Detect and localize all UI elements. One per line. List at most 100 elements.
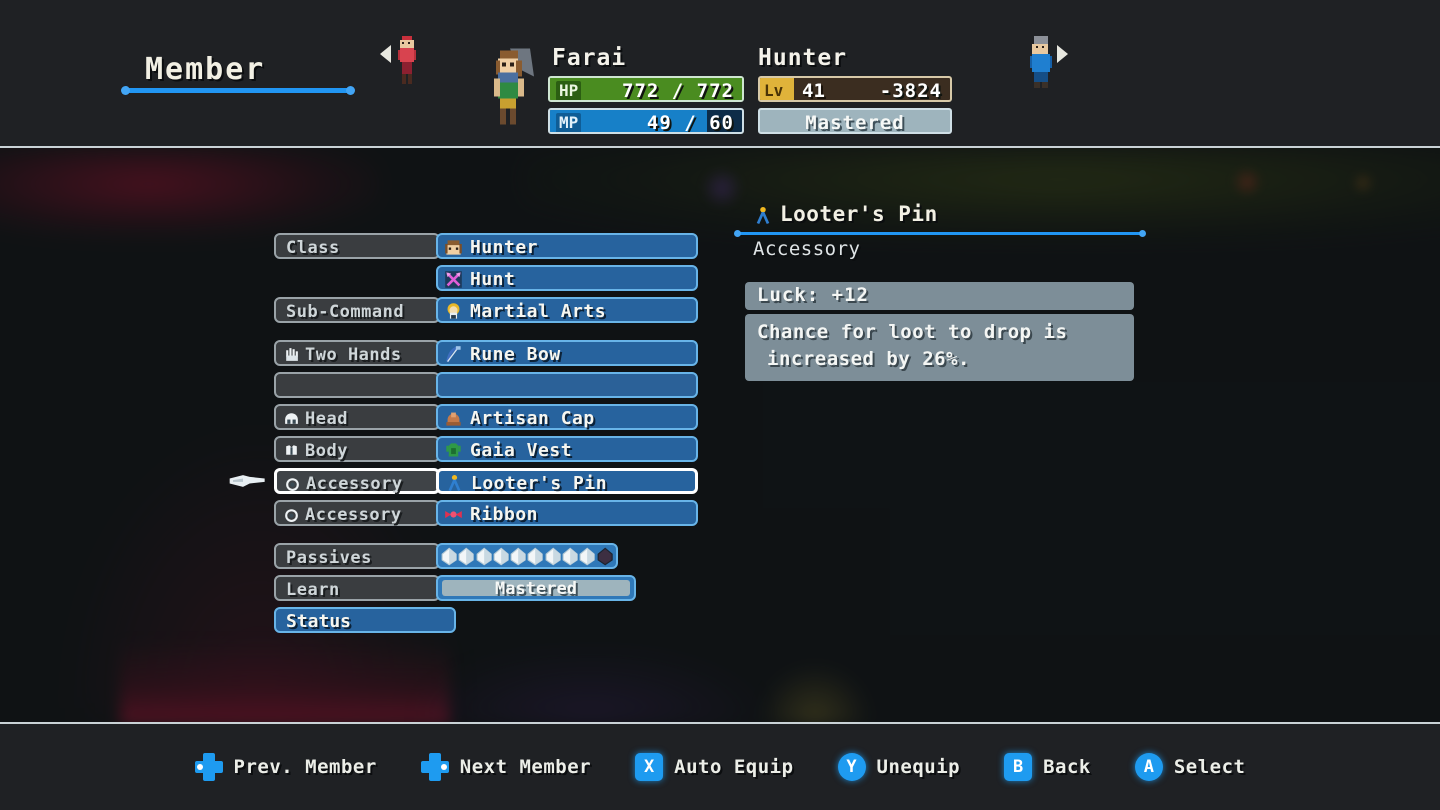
slot-value-weapon[interactable]: Rune Bow xyxy=(436,340,698,366)
passive-gem-filled-icon[interactable] xyxy=(579,547,596,566)
slot-label-learn: Learn xyxy=(274,575,440,601)
footer-button-prev-member[interactable]: Prev. Member xyxy=(194,753,377,781)
passive-gem-filled-icon[interactable] xyxy=(476,547,492,566)
equipment-row-weapon[interactable]: Two Hands Rune Bow xyxy=(274,340,704,366)
slot-label-offhand xyxy=(274,372,440,398)
passive-gem-filled-icon[interactable] xyxy=(493,547,509,566)
status-button[interactable]: Status xyxy=(274,607,456,633)
level-tag: Lv xyxy=(760,78,794,100)
equipment-row-body[interactable]: Body Gaia Vest xyxy=(274,436,704,462)
item-detail-title-row: Looter's Pin xyxy=(735,202,1155,230)
prev-member-sprite[interactable] xyxy=(396,34,418,86)
arrow-right-icon[interactable] xyxy=(1057,45,1068,63)
item-detail-underline xyxy=(734,230,1146,237)
slot-label-text: Sub-Command xyxy=(286,302,405,322)
slot-label-text: Accessory xyxy=(306,474,403,494)
header-bar: Member Farai Hunter HP 772 / 772 MP 49 /… xyxy=(0,0,1440,148)
slot-value-accessory-2[interactable]: Ribbon xyxy=(436,500,698,526)
footer-label: Back xyxy=(1043,756,1091,778)
item-description-line-2: increased by 26%. xyxy=(767,348,970,370)
pin-icon xyxy=(448,474,461,492)
equipment-row-accessory-1[interactable]: Accessory Looter's Pin xyxy=(229,468,704,494)
pin-icon xyxy=(756,207,770,225)
passive-gem-filled-icon[interactable] xyxy=(562,547,578,566)
footer-button-auto-equip[interactable]: X Auto Equip xyxy=(635,753,793,781)
slot-label-accessory-2: Accessory xyxy=(274,500,440,526)
hp-label: HP xyxy=(556,81,582,100)
slot-value-subcommand[interactable]: Martial Arts xyxy=(436,297,698,323)
slot-label-head: Head xyxy=(274,404,440,430)
item-type: Accessory xyxy=(753,238,861,260)
item-name: Looter's Pin xyxy=(780,202,938,226)
passive-gem-empty-icon[interactable] xyxy=(597,547,613,566)
passive-gem-filled-icon[interactable] xyxy=(545,547,561,566)
equipment-row-head[interactable]: Head Artisan Cap xyxy=(274,404,704,430)
slot-label-text: Learn xyxy=(286,580,340,600)
hp-bar: HP 772 / 772 xyxy=(548,76,744,102)
equipment-row-command[interactable]: Hunt xyxy=(274,265,704,291)
passive-gem-filled-icon[interactable] xyxy=(510,547,526,566)
level-label: Lv xyxy=(764,81,784,100)
learn-progress-bar: Mastered xyxy=(436,575,636,601)
vest-icon xyxy=(446,443,461,457)
slot-label-subcommand: Sub-Command xyxy=(274,297,440,323)
slot-value-text: Gaia Vest xyxy=(470,440,573,461)
item-stat-text: Luck: +12 xyxy=(757,284,869,306)
slot-value-body[interactable]: Gaia Vest xyxy=(436,436,698,462)
learn-row[interactable]: Learn Mastered xyxy=(274,575,704,601)
equipment-row-subcommand[interactable]: Sub-Command Martial Arts xyxy=(274,297,704,323)
equipment-list: Class Hunter Hunt Sub-Command Martial Ar… xyxy=(229,233,704,639)
equipment-row-class[interactable]: Class Hunter xyxy=(274,233,704,259)
level-bar: Lv 41 -3824 xyxy=(758,76,952,102)
slot-value-class[interactable]: Hunter xyxy=(436,233,698,259)
passive-gem-filled-icon[interactable] xyxy=(441,547,457,566)
mp-bar: MP 49 / 60 xyxy=(548,108,744,134)
ring-icon xyxy=(285,509,298,522)
equipment-row-offhand[interactable] xyxy=(274,372,704,398)
next-member-sprite[interactable] xyxy=(1028,34,1054,90)
footer-button-back[interactable]: B Back xyxy=(1004,753,1091,781)
slot-label-accessory-1: Accessory xyxy=(274,468,440,494)
slot-label-text: Body xyxy=(305,441,348,461)
helmet-icon xyxy=(285,413,298,424)
title-underline xyxy=(121,86,355,95)
passives-row[interactable]: Passives xyxy=(274,543,704,569)
footer-button-next-member[interactable]: Next Member xyxy=(420,753,592,781)
arrow-left-icon[interactable] xyxy=(380,45,391,63)
current-member-sprite xyxy=(494,48,534,125)
footer-button-bar: Prev. Member Next Member X Auto Equip Y … xyxy=(0,722,1440,810)
slot-value-text: Hunter xyxy=(470,237,539,258)
footer-label: Prev. Member xyxy=(233,756,377,778)
passive-gem-filled-icon[interactable] xyxy=(527,547,544,566)
footer-button-select[interactable]: A Select xyxy=(1134,753,1246,781)
b-button-icon: B xyxy=(1004,753,1033,781)
x-button-icon: X xyxy=(635,753,664,781)
slot-value-head[interactable]: Artisan Cap xyxy=(436,404,698,430)
slot-value-command[interactable]: Hunt xyxy=(436,265,698,291)
passive-gem-filled-icon[interactable] xyxy=(458,547,475,566)
cap-icon xyxy=(446,412,461,426)
item-stat-row: Luck: +12 xyxy=(745,282,1134,310)
slot-label-body: Body xyxy=(274,436,440,462)
slot-label-text: Accessory xyxy=(305,505,402,525)
slot-label-passives: Passives xyxy=(274,543,440,569)
equipment-row-accessory-2[interactable]: Accessory Ribbon xyxy=(274,500,704,526)
slot-value-accessory-1[interactable]: Looter's Pin xyxy=(436,468,698,494)
character-class: Hunter xyxy=(758,45,848,71)
status-row[interactable]: Status xyxy=(274,607,704,633)
slot-value-text: Martial Arts xyxy=(470,301,607,322)
martial-arts-icon xyxy=(447,303,460,319)
slot-value-offhand[interactable] xyxy=(436,372,698,398)
pointing-hand-cursor xyxy=(229,475,265,487)
item-description: Chance for loot to drop is increased by … xyxy=(745,314,1134,381)
footer-label: Select xyxy=(1173,756,1246,778)
slot-label-text: Head xyxy=(305,409,348,429)
footer-label: Next Member xyxy=(459,756,592,778)
slot-value-text: Hunt xyxy=(470,269,516,290)
footer-button-unequip[interactable]: Y Unequip xyxy=(837,753,961,781)
hp-value: 772 / 772 xyxy=(622,80,734,102)
dpad-left-icon xyxy=(194,753,223,781)
bg-dim-overlay xyxy=(0,148,1440,723)
passives-gem-bar[interactable] xyxy=(436,543,618,569)
slot-label-two-hands: Two Hands xyxy=(274,340,440,366)
